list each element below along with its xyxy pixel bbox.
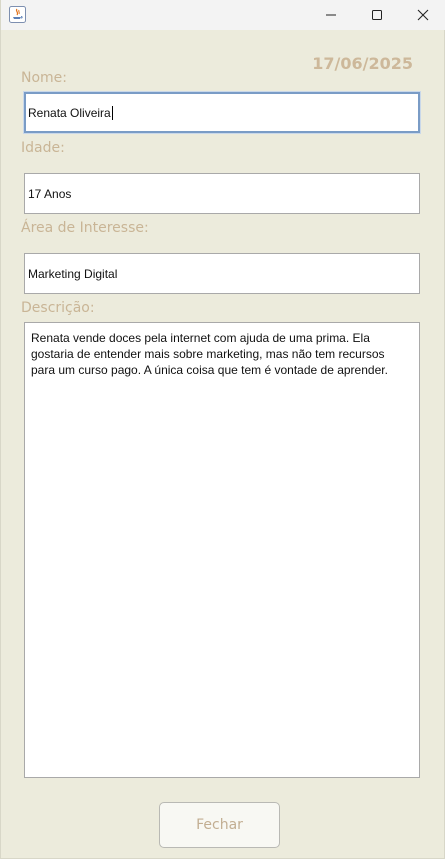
description-label: Descrição: <box>21 300 95 316</box>
date-display: 17/06/2025 <box>312 54 413 73</box>
app-window: 17/06/2025 Nome: Renata Oliveira Idade: … <box>0 0 445 859</box>
maximize-button[interactable] <box>354 0 400 30</box>
minimize-button[interactable] <box>308 0 354 30</box>
title-bar[interactable] <box>1 0 445 30</box>
close-window-button[interactable] <box>400 0 445 30</box>
minimize-icon <box>325 6 337 25</box>
interest-label: Área de Interesse: <box>21 220 149 236</box>
close-button[interactable]: Fechar <box>159 802 280 848</box>
description-textarea[interactable]: Renata vende doces pela internet com aju… <box>24 322 420 778</box>
maximize-icon <box>371 6 383 25</box>
text-caret <box>111 105 113 120</box>
age-field[interactable]: 17 Anos <box>24 173 420 214</box>
interest-field[interactable]: Marketing Digital <box>24 253 420 294</box>
java-icon[interactable] <box>9 6 26 23</box>
name-value: Renata Oliveira <box>28 105 111 120</box>
name-field[interactable]: Renata Oliveira <box>24 92 420 133</box>
description-value: Renata vende doces pela internet com aju… <box>31 331 388 377</box>
name-label: Nome: <box>21 70 68 86</box>
age-value: 17 Anos <box>28 186 72 201</box>
age-label: Idade: <box>21 140 65 156</box>
close-icon <box>417 6 429 25</box>
interest-value: Marketing Digital <box>28 266 118 281</box>
